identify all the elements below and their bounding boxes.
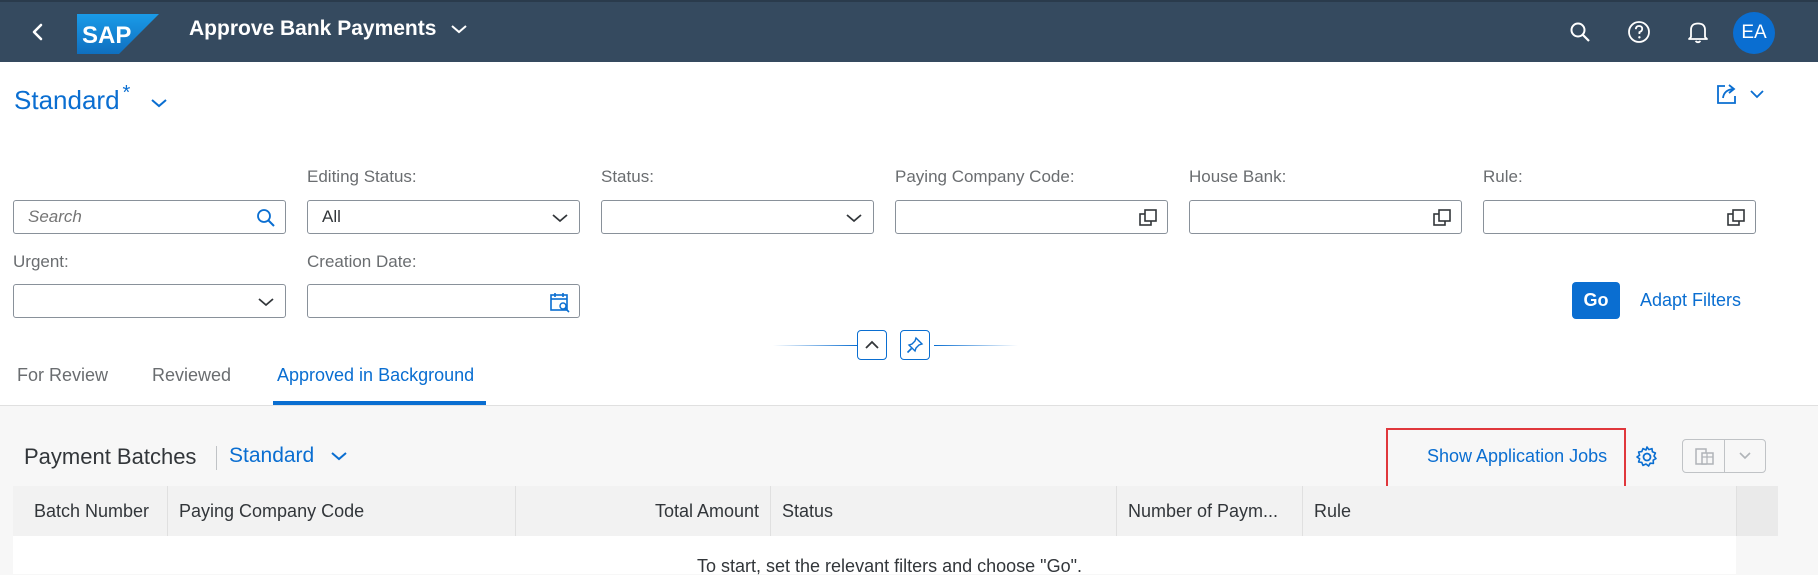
back-icon[interactable]: [22, 16, 54, 48]
status-label: Status:: [601, 167, 654, 186]
chevron-down-icon: [255, 291, 277, 313]
sap-logo[interactable]: SAP: [77, 14, 159, 54]
column-separator: [1302, 486, 1303, 536]
house-bank-field[interactable]: [1189, 200, 1462, 234]
editing-status-label: Editing Status:: [307, 167, 417, 186]
chevron-down-icon: [1739, 452, 1751, 460]
svg-text:SAP: SAP: [82, 22, 131, 49]
table-title: Payment Batches: [24, 444, 197, 469]
chevron-down-icon: [331, 452, 347, 461]
chevron-up-icon: [865, 340, 879, 349]
title-divider: [216, 446, 217, 470]
table-header-scroll-spacer: [1736, 486, 1778, 536]
chevron-down-icon: [451, 25, 467, 34]
gear-icon[interactable]: [1634, 444, 1660, 470]
app-title-text: Approve Bank Payments: [189, 17, 437, 40]
shell-bar: SAP Approve Bank Payments EA: [0, 0, 1818, 62]
share-button[interactable]: [1715, 82, 1765, 106]
column-separator: [167, 486, 168, 536]
value-help-icon[interactable]: [1431, 207, 1453, 229]
editing-status-select[interactable]: All: [307, 200, 580, 234]
column-header-number-of-payments[interactable]: Number of Paym...: [1128, 501, 1278, 522]
creation-date-picker[interactable]: [307, 284, 580, 318]
avatar[interactable]: EA: [1733, 12, 1775, 54]
urgent-label: Urgent:: [13, 252, 69, 271]
house-bank-label: House Bank:: [1189, 167, 1287, 186]
variant-selector[interactable]: Standard *: [14, 82, 168, 116]
column-header-status[interactable]: Status: [782, 501, 833, 522]
column-separator: [1116, 486, 1117, 536]
avatar-initials: EA: [1741, 22, 1767, 43]
column-separator: [1736, 486, 1737, 536]
calendar-icon[interactable]: [549, 291, 571, 313]
creation-date-label: Creation Date:: [307, 252, 417, 271]
export-spreadsheet-icon: [1694, 448, 1714, 465]
status-select[interactable]: [601, 200, 874, 234]
tab-for-review[interactable]: For Review: [17, 365, 108, 386]
search-icon[interactable]: [1564, 16, 1596, 48]
tab-approved-in-background[interactable]: Approved in Background: [277, 365, 474, 386]
editing-status-value: All: [322, 207, 341, 226]
chevron-down-icon: [549, 207, 571, 229]
header-divider-right: [934, 345, 1018, 346]
rule-field[interactable]: [1483, 200, 1756, 234]
notification-bell-icon[interactable]: [1682, 16, 1714, 48]
search-input-text[interactable]: [26, 206, 250, 228]
column-header-batch-number[interactable]: Batch Number: [34, 501, 149, 522]
header-divider-left: [773, 345, 857, 346]
collapse-header-button[interactable]: [857, 330, 887, 360]
help-icon[interactable]: [1623, 16, 1655, 48]
rule-label: Rule:: [1483, 167, 1523, 186]
column-header-total-amount[interactable]: Total Amount: [515, 501, 759, 522]
export-button[interactable]: [1683, 440, 1726, 472]
pin-icon: [906, 336, 924, 354]
chevron-down-icon: [1750, 90, 1764, 99]
column-header-paying-company-code[interactable]: Paying Company Code: [179, 501, 364, 522]
column-separator: [770, 486, 771, 536]
export-button-group: [1682, 439, 1766, 473]
value-help-icon[interactable]: [1725, 207, 1747, 229]
table-variant-name: Standard: [229, 444, 315, 467]
show-application-jobs-button[interactable]: Show Application Jobs: [1427, 446, 1607, 467]
table-variant-selector[interactable]: Standard: [229, 444, 348, 468]
paying-company-code-label: Paying Company Code:: [895, 167, 1075, 186]
go-button-label: Go: [1583, 290, 1609, 310]
paying-company-code-field[interactable]: [895, 200, 1168, 234]
column-header-rule[interactable]: Rule: [1314, 501, 1351, 522]
search-icon[interactable]: [255, 207, 277, 229]
share-icon: [1717, 84, 1736, 104]
urgent-select[interactable]: [13, 284, 286, 318]
export-menu-button[interactable]: [1725, 440, 1765, 472]
app-title[interactable]: Approve Bank Payments: [189, 17, 468, 41]
variant-modified-marker: *: [122, 82, 131, 104]
pin-header-button[interactable]: [900, 330, 930, 360]
adapt-filters-link[interactable]: Adapt Filters: [1640, 290, 1741, 311]
search-input[interactable]: [13, 200, 286, 234]
value-help-icon[interactable]: [1137, 207, 1159, 229]
tab-reviewed[interactable]: Reviewed: [152, 365, 231, 386]
chevron-down-icon: [150, 99, 167, 108]
go-button[interactable]: Go: [1572, 282, 1620, 319]
variant-name: Standard: [14, 85, 120, 115]
chevron-down-icon: [843, 207, 865, 229]
